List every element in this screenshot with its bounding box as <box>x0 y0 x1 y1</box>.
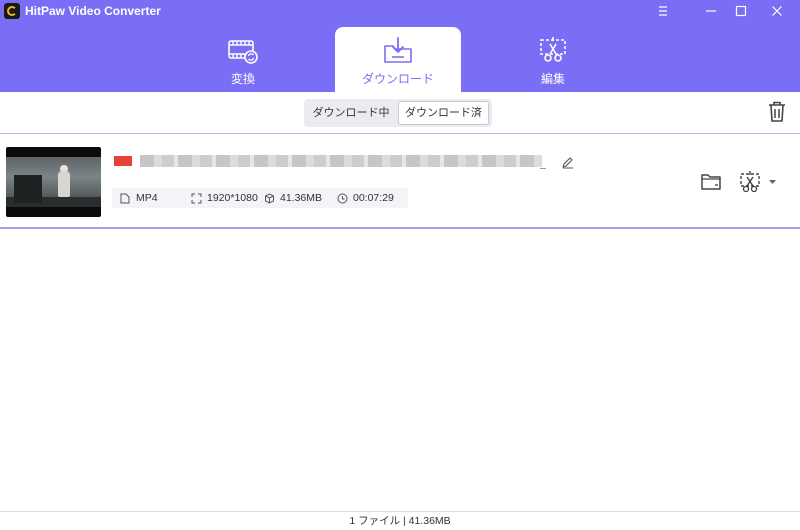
file-icon <box>120 193 130 204</box>
menu-icon[interactable] <box>648 0 678 22</box>
meta-size: 41.36MB <box>264 188 334 208</box>
download-status-filter: ダウンロード中 ダウンロード済 <box>304 99 492 127</box>
open-folder-icon[interactable] <box>700 173 722 191</box>
status-bar: 1 ファイル | 41.36MB <box>0 511 800 530</box>
list-item[interactable] <box>0 136 800 229</box>
video-thumbnail[interactable] <box>6 147 101 217</box>
tab-convert-label: 変換 <box>230 72 255 86</box>
download-folder-icon <box>384 37 412 63</box>
filter-downloading[interactable]: ダウンロード中 <box>307 101 395 125</box>
tab-convert[interactable]: 変換 <box>180 27 306 92</box>
filter-downloaded[interactable]: ダウンロード済 <box>398 101 489 125</box>
video-title-redacted <box>140 155 542 167</box>
download-toolbar: ダウンロード中 ダウンロード済 <box>0 92 800 134</box>
film-convert-icon <box>228 40 258 64</box>
trash-icon[interactable] <box>766 100 788 124</box>
minimize-icon[interactable] <box>696 0 726 22</box>
duration-value: 00:07:29 <box>353 192 394 204</box>
video-meta: MP4 1920*1080 41.36MB 00:07:29 <box>112 188 408 208</box>
clock-icon <box>337 193 348 204</box>
app-window: HitPaw Video Converter 変換 ダウンロード 編集 ダウンロ… <box>0 0 800 530</box>
meta-duration: 00:07:29 <box>337 188 407 208</box>
edit-cut-icon <box>540 37 566 62</box>
header: HitPaw Video Converter 変換 ダウンロード 編集 <box>0 0 800 92</box>
title-bar: HitPaw Video Converter <box>0 0 800 22</box>
tab-edit-label: 編集 <box>540 72 565 86</box>
app-title: HitPaw Video Converter <box>25 4 161 18</box>
close-icon[interactable] <box>762 0 792 22</box>
resolution-value: 1920*1080 <box>207 192 258 204</box>
format-value: MP4 <box>136 192 158 204</box>
meta-format: MP4 <box>120 188 180 208</box>
video-source-badge <box>114 156 132 166</box>
resolution-icon <box>191 193 202 204</box>
maximize-icon[interactable] <box>726 0 756 22</box>
size-value: 41.36MB <box>280 192 323 204</box>
tab-edit[interactable]: 編集 <box>490 27 616 92</box>
meta-resolution: 1920*1080 <box>191 188 267 208</box>
app-logo-icon <box>4 3 20 19</box>
rename-icon[interactable] <box>561 155 575 169</box>
tab-download[interactable]: ダウンロード <box>335 27 461 92</box>
chevron-down-icon <box>769 180 776 184</box>
edit-dropdown-button[interactable] <box>738 170 780 194</box>
size-cube-icon <box>265 193 274 204</box>
tab-download-label: ダウンロード <box>361 72 434 86</box>
